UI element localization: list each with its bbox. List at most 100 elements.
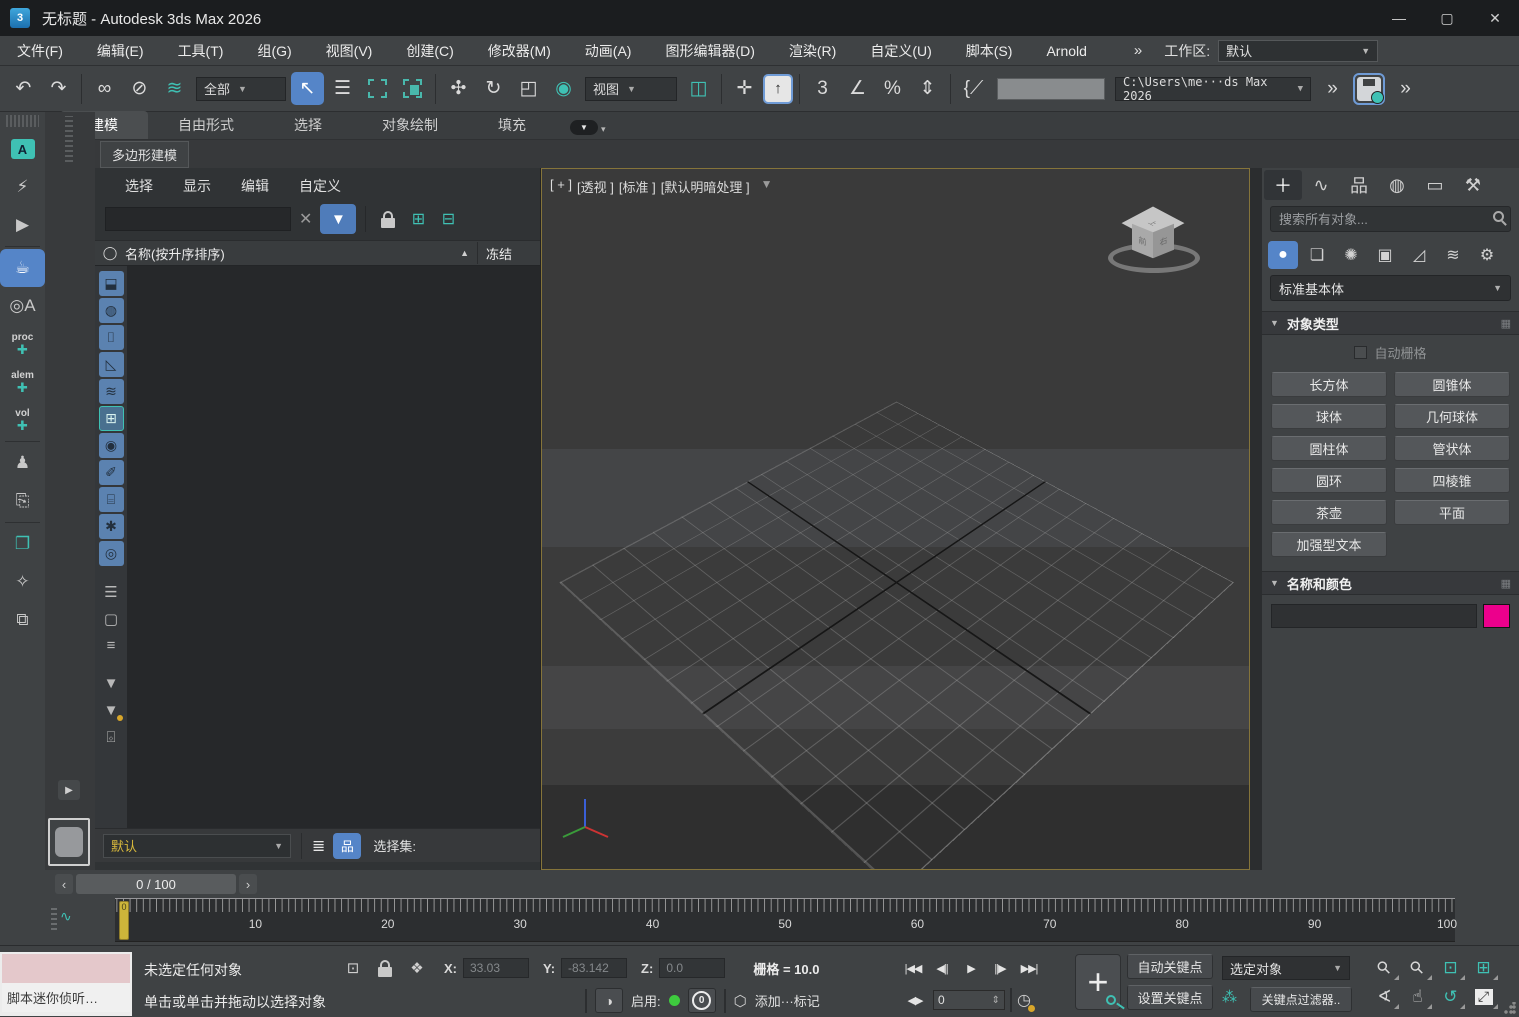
menu-overflow-chevron[interactable]: » xyxy=(1134,42,1142,59)
scene-explorer-list[interactable]: ⬓◍⌷◺≋⊞◉✐⌸✱◎☰▢≡▼▼⌺ xyxy=(95,266,540,828)
select-and-place-button[interactable]: ◉ xyxy=(547,72,580,105)
app-icon[interactable]: 3 xyxy=(10,8,30,28)
toolbar-overflow-chevron[interactable]: » xyxy=(1316,72,1349,105)
ribbon-overflow-caret[interactable]: ▾ xyxy=(601,124,606,135)
maxscript-mini-listener[interactable]: 脚本迷你侦听… xyxy=(0,952,132,1016)
maximize-viewport-button[interactable]: ⤢ xyxy=(1467,982,1500,1011)
filter-button[interactable]: ▼ xyxy=(320,204,356,234)
menu-item-m[interactable]: 修改器(M) xyxy=(471,36,568,66)
current-frame-field[interactable]: 0 ⇕ xyxy=(933,990,1005,1010)
category-shapes[interactable]: ❏ xyxy=(1302,241,1332,269)
script-window-icon[interactable]: A xyxy=(0,130,45,168)
window-crossing-toggle[interactable] xyxy=(403,79,422,98)
mute-button-box[interactable]: 0 xyxy=(688,988,716,1013)
layout-window-icon[interactable]: ⧉ xyxy=(0,601,45,639)
previous-frame-button[interactable]: ◀|| xyxy=(929,956,955,980)
time-slider-display[interactable]: 0 / 100 xyxy=(76,874,236,894)
project-folder-dropdown[interactable]: C:\Users\me···ds Max 2026▼ xyxy=(1115,77,1311,101)
viewport-funnel-icon[interactable]: ▼ xyxy=(761,177,773,196)
explorer-menu-自定义[interactable]: 自定义 xyxy=(291,176,349,196)
time-slider-handle[interactable]: 0 xyxy=(119,901,129,940)
select-and-move-button[interactable]: ✣ xyxy=(442,72,475,105)
zoom-all-button[interactable]: ⚲ xyxy=(1401,953,1434,982)
frozen-column-header[interactable]: 冻结 xyxy=(478,244,540,263)
display-materials-toggle[interactable]: ✱ xyxy=(99,514,124,539)
category-cameras[interactable]: ▣ xyxy=(1370,241,1400,269)
display-cameras-toggle[interactable]: ⌷ xyxy=(99,325,124,350)
create-圆锥体-button[interactable]: 圆锥体 xyxy=(1394,372,1510,397)
add-time-tag-button[interactable]: 添加···标记 xyxy=(755,991,820,1010)
object-type-rollout-header[interactable]: ▼ 对象类型 ▦ xyxy=(1262,311,1519,335)
maximize-button[interactable]: ▢ xyxy=(1423,0,1471,36)
display-hidden-toggle[interactable]: ◎ xyxy=(99,541,124,566)
create-管状体-button[interactable]: 管状体 xyxy=(1394,436,1510,461)
explorer-menu-显示[interactable]: 显示 xyxy=(175,176,219,196)
display-combined-toggle[interactable]: ⊞ xyxy=(99,406,124,431)
angle-snap-toggle[interactable]: ∠ xyxy=(841,72,874,105)
viewport-label[interactable]: [ + ][透视 ][标准 ][默认明暗处理 ]▼ xyxy=(550,177,772,196)
category-systems[interactable]: ⚙ xyxy=(1472,241,1502,269)
property-list-icon[interactable]: ≡ xyxy=(99,633,124,658)
blank-filter-icon[interactable]: ▢ xyxy=(99,606,124,631)
name-color-rollout-header[interactable]: ▼ 名称和颜色 ▦ xyxy=(1262,571,1519,595)
primitive-category-dropdown[interactable]: 标准基本体 ▼ xyxy=(1270,275,1511,301)
trackbar-curve-icon[interactable]: ∿ xyxy=(60,908,72,925)
ribbon-tab-选择[interactable]: 选择 xyxy=(264,111,352,139)
display-probes-toggle[interactable]: ✐ xyxy=(99,460,124,485)
display-spacewarps-toggle[interactable]: ≋ xyxy=(99,379,124,404)
sort-ascending-icon[interactable]: ▲ xyxy=(460,248,469,258)
create-四棱锥-button[interactable]: 四棱锥 xyxy=(1394,468,1510,493)
scene-explorer-search-input[interactable] xyxy=(105,207,291,231)
workspace-dropdown[interactable]: 默认 ▼ xyxy=(1218,40,1378,62)
unlink-selection-button[interactable]: ⊘ xyxy=(123,72,156,105)
listener-lightning-window-icon[interactable]: ⚡ xyxy=(0,168,45,206)
isolate-selection-icon[interactable]: ⊡ xyxy=(340,956,366,980)
filter-funnel-icon[interactable]: ▼ xyxy=(99,671,124,696)
explorer-menu-编辑[interactable]: 编辑 xyxy=(233,176,277,196)
menu-item-g[interactable]: 组(G) xyxy=(240,36,308,66)
menu-item-s[interactable]: 脚本(S) xyxy=(949,36,1030,66)
listener-script-line[interactable]: 脚本迷你侦听… xyxy=(2,983,130,1012)
tab-create[interactable]: ＋ xyxy=(1264,170,1302,200)
sidebar-drag-handle[interactable] xyxy=(6,115,39,127)
menu-item-v[interactable]: 视图(V) xyxy=(309,36,390,66)
create-圆环-button[interactable]: 圆环 xyxy=(1271,468,1387,493)
tab-utilities[interactable]: ⚒ xyxy=(1454,170,1492,200)
next-frame-arrow[interactable]: › xyxy=(239,874,257,894)
category-lights[interactable]: ✺ xyxy=(1336,241,1366,269)
display-bones-toggle[interactable]: ◉ xyxy=(99,433,124,458)
viewport-label-segment-1[interactable]: [透视 ] xyxy=(577,177,614,196)
radio-column-icon[interactable]: ◯ xyxy=(95,245,125,261)
menu-item-t[interactable]: 工具(T) xyxy=(161,36,241,66)
layers-icon[interactable]: ≣ xyxy=(312,836,325,856)
next-frame-button[interactable]: ||▶ xyxy=(987,956,1013,980)
spinner-snap-toggle[interactable]: ⇕ xyxy=(911,72,944,105)
selection-filter-dropdown[interactable]: 全部▼ xyxy=(196,77,286,101)
category-spacewarps[interactable]: ≋ xyxy=(1438,241,1468,269)
keyboard-override-toggle[interactable]: ↑ xyxy=(763,74,793,104)
set-key-button[interactable]: 设置关键点 xyxy=(1127,985,1213,1010)
create-圆柱体-button[interactable]: 圆柱体 xyxy=(1271,436,1387,461)
time-configuration-button[interactable]: ◷ xyxy=(1017,990,1031,1010)
viewport-label-segment-3[interactable]: [默认明暗处理 ] xyxy=(661,177,750,196)
proc-create-icon[interactable]: proc✚ xyxy=(0,325,45,363)
autogrid-checkbox[interactable] xyxy=(1354,346,1367,359)
field-of-view-button[interactable]: ∢ xyxy=(1368,982,1401,1011)
volume-create-icon[interactable]: vol✚ xyxy=(0,401,45,439)
polygon-modeling-subtab[interactable]: 多边形建模 xyxy=(100,141,189,168)
toolbar-overflow-chevron-2[interactable]: » xyxy=(1389,72,1422,105)
viewcube[interactable]: 上 前 右 xyxy=(1101,195,1211,285)
create-几何球体-button[interactable]: 几何球体 xyxy=(1394,404,1510,429)
pan-button[interactable]: ☝ xyxy=(1401,982,1434,1011)
hierarchy-view-button[interactable]: 品 xyxy=(333,833,361,859)
dock-expand-button[interactable]: ▶ xyxy=(58,780,80,800)
zoom-extents-all-button[interactable]: ⊞ xyxy=(1467,953,1500,982)
dock-drag-handle[interactable] xyxy=(65,116,73,162)
light-select-icon[interactable]: ✧ xyxy=(0,563,45,601)
expand-tree-button[interactable]: ⊞ xyxy=(405,206,431,232)
collapse-tree-button[interactable]: ⊟ xyxy=(435,206,461,232)
display-geometry-toggle[interactable]: ⬓ xyxy=(99,271,124,296)
menu-item-r[interactable]: 渲染(R) xyxy=(772,36,853,66)
object-name-input[interactable] xyxy=(1271,604,1477,628)
y-coordinate-field[interactable]: -83.142 xyxy=(561,958,627,978)
